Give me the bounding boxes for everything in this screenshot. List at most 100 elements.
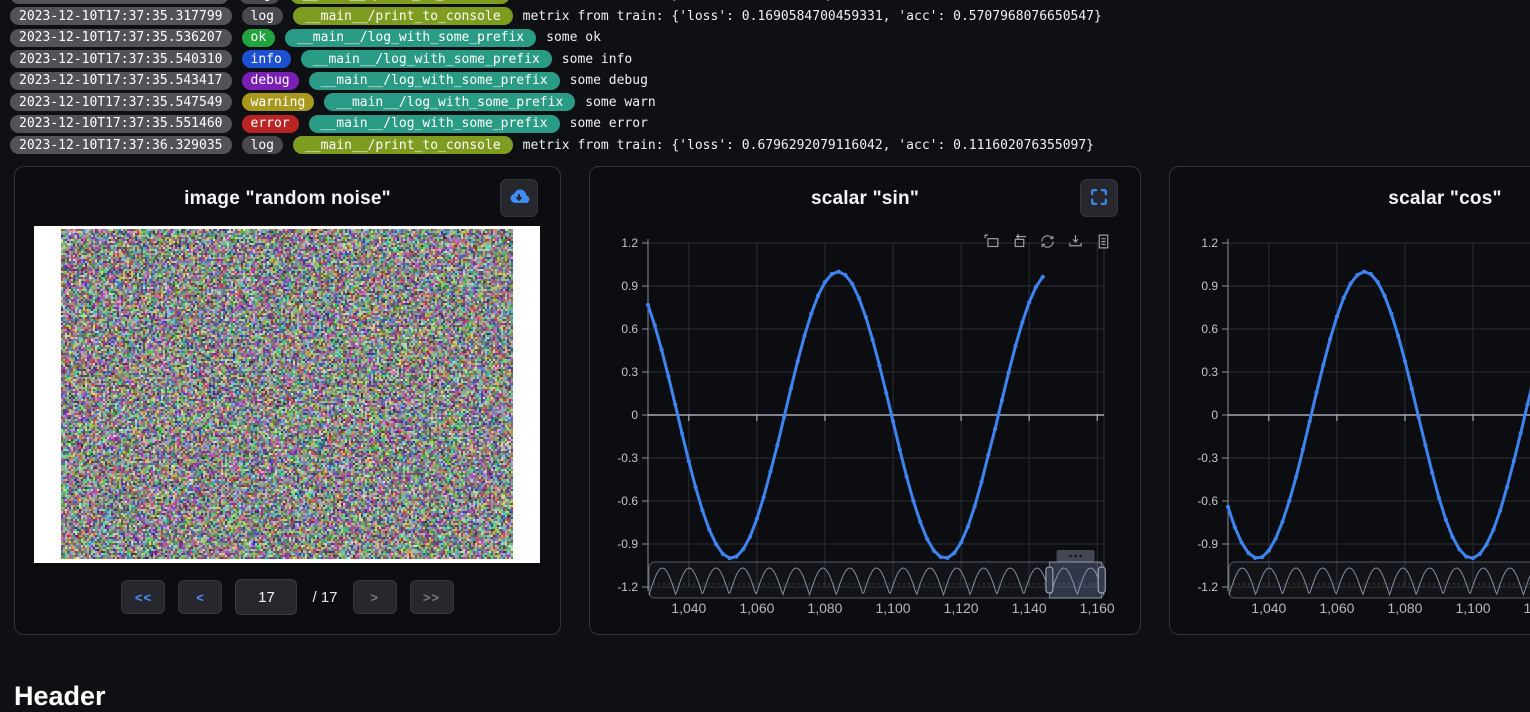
save-image-icon[interactable] <box>1067 233 1084 250</box>
series-point <box>1342 296 1346 300</box>
series-point <box>1348 282 1352 286</box>
series-point <box>986 453 990 457</box>
log-module-badge: __main__/log_with_some_prefix <box>324 93 575 111</box>
image-card-title: image "random noise" <box>15 167 560 210</box>
series-point <box>707 528 711 532</box>
series-point <box>925 537 929 541</box>
y-tick-label: 0 <box>631 408 638 422</box>
series-point <box>687 459 691 463</box>
first-page-button[interactable]: << <box>121 580 165 614</box>
log-module-badge: __main__/print_to_console <box>293 136 513 154</box>
y-tick-label: 0.9 <box>1201 279 1218 293</box>
cos-chart-plot[interactable]: 1.20.90.60.30-0.3-0.6-0.9-1.21,0401,0601… <box>1170 225 1530 625</box>
series-point <box>966 525 970 529</box>
series-point <box>1362 270 1366 274</box>
download-image-button[interactable] <box>500 179 538 217</box>
datazoom-handle-left[interactable] <box>1046 567 1053 593</box>
series-point <box>1491 528 1495 532</box>
series-point <box>1376 280 1380 284</box>
series-point <box>1294 475 1298 479</box>
log-timestamp-badge: 2023-12-10T17:37:35.547549 <box>10 93 232 111</box>
series-point <box>680 431 684 435</box>
series-point <box>1253 556 1257 560</box>
x-tick-label: 1,120 <box>944 600 979 616</box>
series-point <box>993 427 997 431</box>
series-point <box>1308 419 1312 423</box>
log-timestamp-badge: 2023-12-10T17:37:35.540310 <box>10 50 232 68</box>
log-level-badge: log <box>239 0 280 4</box>
log-timestamp-badge <box>10 0 229 4</box>
series-point <box>952 551 956 555</box>
sin-chart-card: scalar "sin" 1.20.90.60.30-0.3-0.6-0.9-1… <box>589 166 1141 635</box>
y-tick-label: 0.9 <box>621 279 638 293</box>
data-view-icon[interactable] <box>1095 233 1112 250</box>
series-point <box>762 495 766 499</box>
log-level-badge: warning <box>242 93 315 111</box>
log-timestamp-badge: 2023-12-10T17:37:36.329035 <box>10 136 232 154</box>
zoom-reset-icon[interactable] <box>1011 233 1028 250</box>
fullscreen-button[interactable] <box>1080 179 1118 217</box>
y-tick-label: 0.3 <box>1201 365 1218 379</box>
log-message: metrix from train: {'loss': 0.1690584700… <box>523 9 1102 24</box>
series-point <box>1437 496 1441 500</box>
series-point <box>1027 300 1031 304</box>
series-point <box>1478 552 1482 556</box>
sin-chart-plot[interactable]: 1.20.90.60.30-0.3-0.6-0.9-1.21,0401,0601… <box>590 225 1142 625</box>
cards-row: image "random noise" << < / 17 > >> scal… <box>14 166 1530 635</box>
series-point <box>1396 334 1400 338</box>
last-page-button[interactable]: >> <box>410 580 454 614</box>
box-zoom-icon[interactable] <box>983 233 1000 250</box>
restore-icon[interactable] <box>1039 233 1056 250</box>
x-tick-label: 1,140 <box>1012 600 1047 616</box>
datazoom-window[interactable] <box>1049 562 1101 598</box>
y-tick-label: 0.3 <box>621 365 638 379</box>
series-point <box>1416 415 1420 419</box>
log-level-badge: log <box>242 136 283 154</box>
series-point <box>728 556 732 560</box>
series-point <box>1301 448 1305 452</box>
log-level-badge: error <box>242 115 299 133</box>
series-point <box>891 419 895 423</box>
log-row: 2023-12-10T17:37:35.551460error__main__/… <box>10 113 1530 135</box>
log-module-badge: __main__/log_with_some_prefix <box>309 115 560 133</box>
series-point <box>1274 537 1278 541</box>
page-number-input[interactable] <box>235 579 297 615</box>
log-message: some info <box>562 52 632 67</box>
y-tick-label: 0 <box>1211 408 1218 422</box>
series-point <box>1260 555 1264 559</box>
series-point <box>1013 344 1017 348</box>
datazoom-handle-right[interactable] <box>1098 567 1105 593</box>
series-point <box>755 517 759 521</box>
series-point <box>1246 551 1250 555</box>
series-point <box>1240 540 1244 544</box>
y-tick-label: 0.6 <box>621 322 638 336</box>
series-point <box>1471 556 1475 560</box>
series-point <box>796 359 800 363</box>
series-point <box>660 348 664 352</box>
next-page-button[interactable]: > <box>353 580 397 614</box>
y-tick-label: -0.6 <box>617 494 638 508</box>
series-point <box>694 485 698 489</box>
series-point <box>721 552 725 556</box>
series-point <box>1519 431 1523 435</box>
series-point <box>850 282 854 286</box>
log-level-badge: ok <box>242 29 276 47</box>
series-point <box>1267 548 1271 552</box>
series-point <box>905 475 909 479</box>
y-tick-label: -0.3 <box>617 451 638 465</box>
prev-page-button[interactable]: < <box>178 580 222 614</box>
cos-chart-title: scalar "cos" <box>1170 167 1530 210</box>
x-tick-label: 1,060 <box>1319 600 1354 616</box>
series-point <box>1525 402 1529 406</box>
series-point <box>646 303 650 307</box>
series-point <box>782 415 786 419</box>
series-point <box>1000 398 1004 402</box>
log-message: some ok <box>546 30 601 45</box>
y-tick-label: -0.3 <box>1197 451 1218 465</box>
series-point <box>864 315 868 319</box>
log-row: 2023-12-10T17:37:36.329035 log __main__/pr… <box>10 135 1530 157</box>
series-point <box>830 272 834 276</box>
log-row: 2023-12-10T17:37:35.547549 warning __main_… <box>10 92 1530 114</box>
series-point <box>1007 370 1011 374</box>
series-point <box>1403 359 1407 363</box>
